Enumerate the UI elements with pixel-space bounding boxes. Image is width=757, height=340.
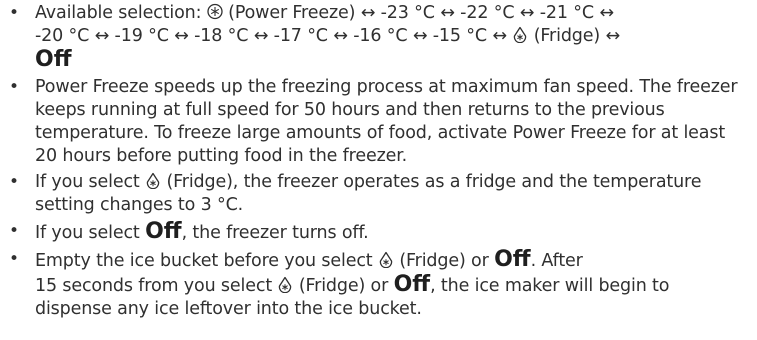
power-freeze-icon — [207, 3, 223, 20]
item-text: (Fridge) or — [293, 276, 394, 296]
fridge-icon — [512, 26, 528, 43]
item-text: (Fridge) ↔ — [528, 26, 620, 46]
item-text: -20 °C ↔ -19 °C ↔ -18 °C ↔ -17 °C ↔ -16 … — [35, 26, 513, 46]
item-text: If you select — [35, 172, 146, 192]
item-text: Power Freeze speeds up the freezing proc… — [35, 77, 738, 166]
bullet-list: • Available selection: (Power Freeze) ↔ … — [8, 2, 739, 321]
instruction-section: • Available selection: (Power Freeze) ↔ … — [0, 0, 757, 340]
list-item: • Power Freeze speeds up the freezing pr… — [8, 76, 739, 168]
bullet-dot: • — [9, 249, 19, 269]
item-text: 15 seconds from you select — [35, 276, 278, 296]
bullet-dot: • — [9, 3, 19, 23]
bullet-dot: • — [9, 221, 19, 241]
bullet-dot: • — [9, 172, 19, 192]
fridge-icon — [145, 172, 161, 189]
off-label: Off — [494, 247, 531, 272]
off-label: Off — [393, 272, 431, 297]
bullet-dot: • — [9, 77, 19, 97]
off-label: Off — [145, 219, 182, 244]
list-item: • Empty the ice bucket before you select… — [8, 248, 739, 321]
item-text: (Power Freeze) ↔ -23 °C ↔ -22 °C ↔ -21 °… — [222, 3, 614, 23]
fridge-icon — [277, 276, 293, 293]
off-label: Off — [35, 47, 72, 72]
list-item: • Available selection: (Power Freeze) ↔ … — [8, 2, 739, 73]
item-text: (Fridge) or — [393, 251, 495, 271]
item-text: . After — [530, 251, 583, 271]
item-text: Empty the ice bucket before you select — [35, 251, 378, 271]
item-text: , the freezer turns off. — [181, 223, 369, 243]
item-text: If you select — [35, 223, 146, 243]
fridge-icon — [378, 251, 394, 268]
item-text: Available selection: — [35, 3, 207, 23]
list-item: • If you select Off, the freezer turns o… — [8, 220, 739, 245]
list-item: • If you select (Fridge), the freezer op… — [8, 171, 739, 217]
